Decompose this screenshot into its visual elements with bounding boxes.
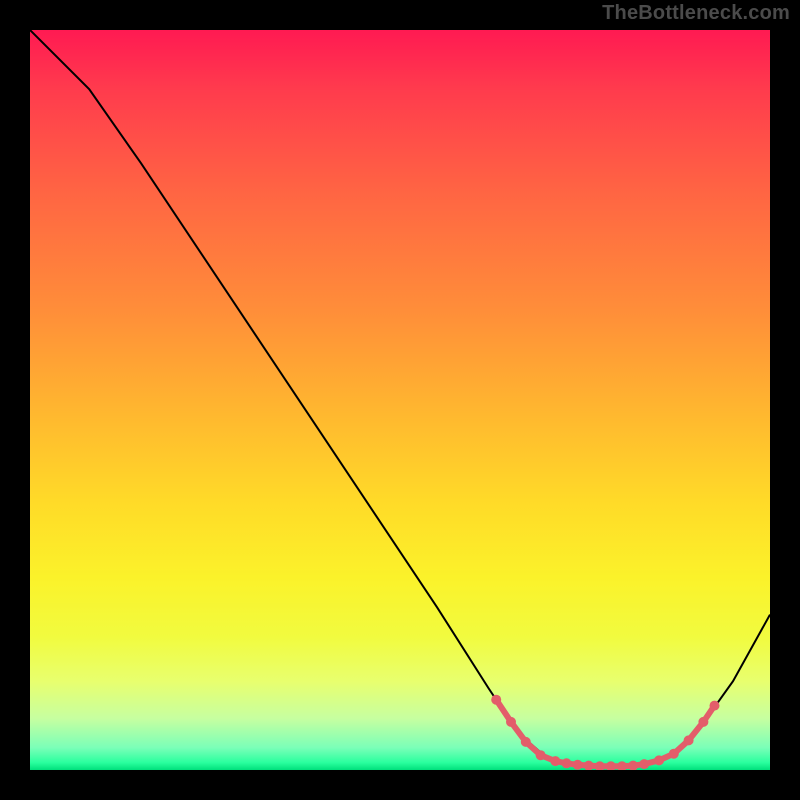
marker-dot (584, 761, 594, 770)
marker-dots-group (491, 695, 719, 770)
marker-dot (506, 717, 516, 727)
marker-dot (536, 750, 546, 760)
chart-frame: TheBottleneck.com (0, 0, 800, 800)
marker-dot (573, 760, 583, 770)
marker-dot (654, 755, 664, 765)
marker-dot (606, 761, 616, 770)
marker-dot (521, 737, 531, 747)
marker-dot (710, 701, 720, 711)
marker-dot (550, 756, 560, 766)
bottleneck-curve (30, 30, 770, 766)
marker-dot (684, 735, 694, 745)
marker-dot (617, 761, 627, 770)
marker-dot (698, 717, 708, 727)
marker-dot (595, 761, 605, 770)
plot-area (30, 30, 770, 770)
marker-dot (628, 761, 638, 770)
marker-dot (669, 749, 679, 759)
marker-dot (639, 759, 649, 769)
marker-dot (562, 758, 572, 768)
marker-dot (491, 695, 501, 705)
watermark-text: TheBottleneck.com (602, 2, 790, 25)
marker-connector-line (496, 700, 714, 767)
chart-svg (30, 30, 770, 770)
